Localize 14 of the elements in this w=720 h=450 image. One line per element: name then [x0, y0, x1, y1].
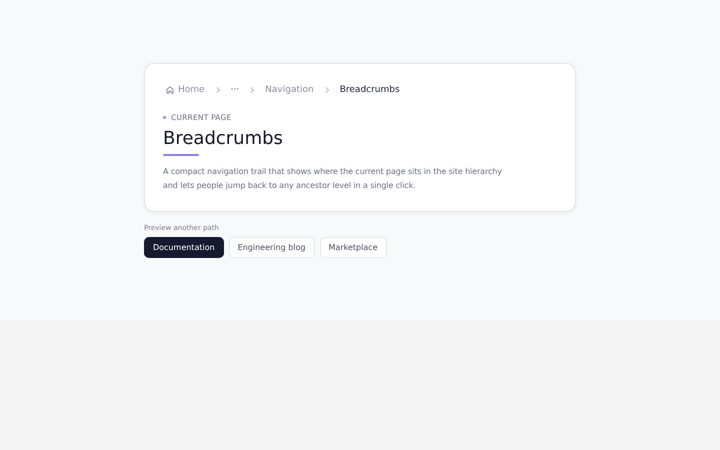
- dot-icon: [163, 116, 166, 119]
- page-title: Breadcrumbs: [163, 128, 284, 149]
- breadcrumb-label: Home: [178, 85, 205, 95]
- path-option[interactable]: Marketplace: [320, 237, 387, 258]
- chevron-icon: [322, 86, 331, 94]
- title-underline: [163, 154, 199, 156]
- path-option[interactable]: Documentation: [144, 237, 224, 258]
- ellipsis-button[interactable]: ···: [230, 85, 240, 95]
- description: A compact navigation trail that shows where the current page sits in the site hierarchy and lets people jump back to any ancestor level in a single click.: [163, 166, 503, 192]
- path-option[interactable]: Engineering blog: [228, 237, 314, 258]
- chevron-icon: [214, 86, 222, 94]
- home-icon: [166, 86, 174, 94]
- current-page-label: Breadcrumbs: [340, 85, 400, 95]
- chevron-icon: [248, 86, 256, 94]
